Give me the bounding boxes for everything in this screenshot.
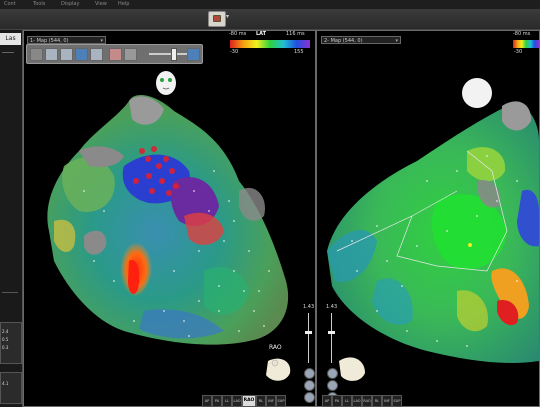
lat-high: 155	[294, 49, 304, 55]
view-button-inf[interactable]: INF	[382, 395, 392, 407]
chevron-down-icon[interactable]: ▾	[226, 13, 229, 20]
side-value: 0.3	[2, 345, 9, 350]
view-button-inf[interactable]: INF	[266, 395, 276, 407]
view-button-pa[interactable]: PA	[212, 395, 222, 407]
view-button-rl[interactable]: RL	[372, 395, 382, 407]
tool-button[interactable]	[60, 48, 73, 61]
view-buttons-left: AP PA LL LAO RAO RL INF SUP	[202, 395, 302, 407]
side-value: 4.1	[2, 381, 9, 386]
view-button-rl[interactable]: RL	[256, 395, 266, 407]
grip-icon[interactable]	[30, 48, 43, 61]
sphere-icon	[462, 78, 492, 108]
divider	[2, 52, 14, 53]
zoom-knob[interactable]	[328, 331, 335, 334]
lat-min-ms: -80 ms	[229, 31, 247, 37]
divider	[2, 292, 18, 293]
chevron-down-icon: ▾	[395, 38, 398, 44]
view-button-ap[interactable]: AP	[202, 395, 212, 407]
map-viewport-right[interactable]: 2- Map (544, 0) ▾ -80 ms -30 1.43	[316, 30, 540, 407]
side-value-block: 4.1	[0, 372, 22, 404]
heart-map-right[interactable]	[317, 31, 539, 406]
toolbar	[0, 9, 540, 30]
lat-low: -30	[514, 49, 523, 55]
tool-button[interactable]	[75, 48, 88, 61]
heart-orientation-icon	[266, 358, 291, 381]
tool-button[interactable]	[124, 48, 137, 61]
menu-bar: Cont Tools Display View Help	[0, 0, 540, 9]
menu-item[interactable]: Tools	[33, 0, 45, 9]
menu-item[interactable]: View	[95, 0, 107, 9]
tool-button[interactable]	[45, 48, 58, 61]
view-button-sup[interactable]: SUP	[392, 395, 402, 407]
menu-item[interactable]: Help	[118, 0, 129, 9]
zoom-control[interactable]: 1.43	[303, 304, 315, 403]
lat-title: LAT	[256, 31, 267, 37]
tool-button[interactable]	[187, 48, 200, 61]
map-viewport-left[interactable]: 1- Map (544, 0) ▾ -80 ms LAT 116 ms -30 1…	[23, 30, 316, 407]
lat-color-bar	[230, 40, 310, 48]
color-tool-button[interactable]	[109, 48, 122, 61]
map-select[interactable]: 1- Map (544, 0) ▾	[27, 36, 106, 44]
view-button-rao[interactable]: RAO	[362, 395, 372, 407]
view-button-ap[interactable]: AP	[322, 395, 332, 407]
view-button-sup[interactable]: SUP	[276, 395, 286, 407]
lat-max-ms: 116 ms	[286, 31, 305, 37]
view-buttons-right: AP PA LL LAO RAO RL INF SUP	[322, 395, 412, 407]
camera-icon	[213, 15, 221, 22]
zoom-control[interactable]: 1.43	[326, 304, 338, 403]
map-select[interactable]: 2- Map (544, 0) ▾	[321, 36, 401, 44]
map-tools-bar	[26, 44, 203, 64]
zoom-out-icon[interactable]	[304, 380, 315, 391]
zoom-track[interactable]	[331, 313, 332, 363]
side-value-block: 2.4 0.5 0.3	[0, 322, 22, 364]
view-button-pa[interactable]: PA	[332, 395, 342, 407]
menu-item[interactable]: Display	[61, 0, 79, 9]
zoom-track[interactable]	[308, 313, 309, 363]
side-panel-tab[interactable]: Las	[0, 33, 21, 45]
lat-low: -30	[230, 49, 239, 55]
face-icon	[156, 71, 176, 95]
opacity-slider-knob[interactable]	[171, 48, 177, 61]
view-button-lao[interactable]: LAO	[352, 395, 362, 407]
view-button-ll[interactable]: LL	[222, 395, 232, 407]
menu-item[interactable]: Cont	[4, 0, 16, 9]
view-button-ll[interactable]: LL	[342, 395, 352, 407]
side-value: 0.5	[2, 337, 9, 342]
zoom-out-icon[interactable]	[327, 380, 338, 391]
view-button-lao[interactable]: LAO	[232, 395, 242, 407]
zoom-value: 1.43	[326, 304, 338, 310]
zoom-in-icon[interactable]	[327, 368, 338, 379]
lat-min-ms: -80 ms	[513, 31, 531, 37]
heart-orientation-icon	[339, 357, 365, 381]
tool-button[interactable]	[90, 48, 103, 61]
view-button-rao[interactable]: RAO	[242, 395, 256, 407]
zoom-knob[interactable]	[305, 331, 312, 334]
orientation-label: RAO	[269, 344, 282, 351]
zoom-in-icon[interactable]	[304, 368, 315, 379]
side-value: 2.4	[2, 329, 9, 334]
snapshot-button[interactable]	[208, 11, 226, 27]
lat-color-bar	[513, 40, 539, 48]
zoom-value: 1.43	[303, 304, 315, 310]
zoom-reset-icon[interactable]	[304, 392, 315, 403]
